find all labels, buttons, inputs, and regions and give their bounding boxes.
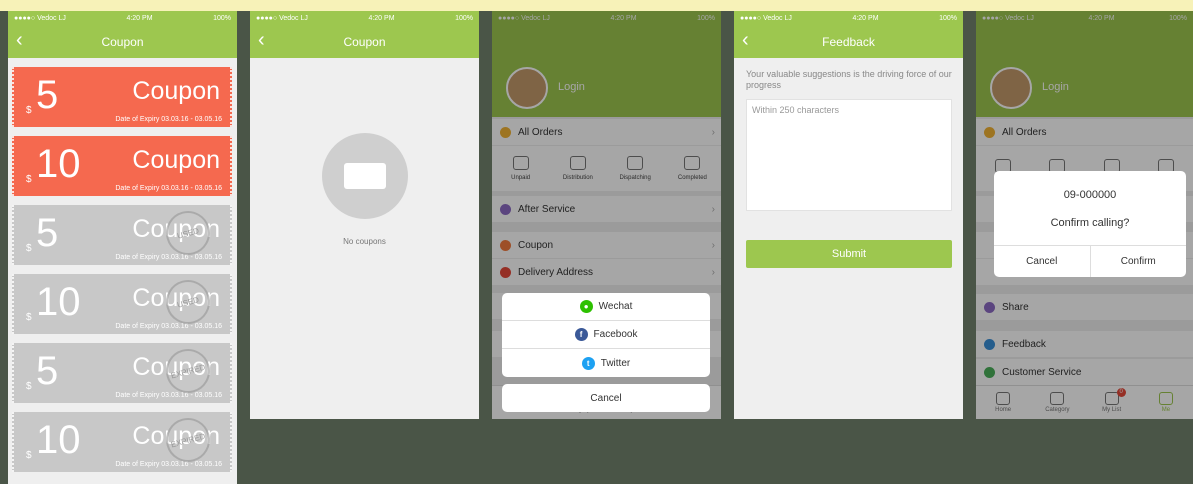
share-facebook[interactable]: f Facebook xyxy=(502,321,710,349)
coupon-card[interactable]: $10 Coupon Date of Expiry 03.03.16 - 03.05… xyxy=(12,136,232,196)
coupon-amount: 10 xyxy=(36,418,81,462)
battery: 100% xyxy=(939,14,957,22)
time: 4:20 PM xyxy=(852,14,879,22)
feedback-hint: Your valuable suggestions is the driving… xyxy=(746,69,952,90)
page-title: Coupon xyxy=(101,34,144,49)
empty-message: No coupons xyxy=(343,237,386,246)
coupon-expiry: Date of Expiry 03.03.16 - 03.05.16 xyxy=(115,392,222,399)
dialog-cancel-button[interactable]: Cancel xyxy=(994,246,1090,277)
coupon-currency: $ xyxy=(26,312,32,323)
status-bar: ●●●●○ Vedoc LJ 4:20 PM 100% xyxy=(250,11,479,25)
share-label: Facebook xyxy=(593,329,638,340)
me-share-screen: ●●●●○ Vedoc LJ 4:20 PM 100% Login All Orde… xyxy=(492,11,721,419)
time: 4:20 PM xyxy=(126,14,153,22)
coupon-card[interactable]: $10 Coupon Date of Expiry 03.03.16 - 03.05… xyxy=(12,274,232,334)
time: 4:20 PM xyxy=(368,14,395,22)
coupon-amount: 5 xyxy=(36,349,59,393)
status-bar: ●●●●○ Vedoc LJ 4:20 PM 100% xyxy=(8,11,237,25)
feedback-textarea[interactable]: Within 250 characters xyxy=(746,99,952,211)
coupon-expiry: Date of Expiry 03.03.16 - 03.05.16 xyxy=(115,116,222,123)
wechat-icon: ● xyxy=(579,300,593,313)
dialog-buttons: Cancel Confirm xyxy=(994,245,1186,277)
page-title: Coupon xyxy=(343,34,386,49)
dialog-confirm-button[interactable]: Confirm xyxy=(1089,246,1187,277)
status-bar: ●●●●○ Vedoc LJ 4:20 PM 100% xyxy=(734,11,963,25)
carrier: ●●●●○ Vedoc LJ xyxy=(14,14,66,22)
coupon-list-screen: ●●●●○ Vedoc LJ 4:20 PM 100% ‹ Coupon $5 Coup… xyxy=(8,11,237,484)
coupon-currency: $ xyxy=(26,174,32,185)
coupon-expiry: Date of Expiry 03.03.16 - 03.05.16 xyxy=(115,323,222,330)
empty-coupon-screen: ●●●●○ Vedoc LJ 4:20 PM 100% ‹ Coupon No cou… xyxy=(250,11,479,419)
ticket-icon xyxy=(344,163,386,189)
coupon-currency: $ xyxy=(26,243,32,254)
coupon-card[interactable]: $5 Coupon Date of Expiry 03.03.16 - 03.05.… xyxy=(12,67,232,127)
page-title: Feedback xyxy=(822,34,875,49)
phone-number: 09-000000 xyxy=(1063,189,1117,201)
carrier: ●●●●○ Vedoc LJ xyxy=(256,14,308,22)
coupon-currency: $ xyxy=(26,105,32,116)
facebook-icon: f xyxy=(574,328,588,341)
share-label: Wechat xyxy=(598,301,633,312)
coupon-expiry: Date of Expiry 03.03.16 - 03.05.16 xyxy=(115,254,222,261)
submit-button[interactable]: Submit xyxy=(746,240,952,268)
coupon-amount: 10 xyxy=(36,280,81,324)
empty-coupon-icon xyxy=(322,133,408,219)
coupon-card[interactable]: $5 Coupon Date of Expiry 03.03.16 - 03.05.… xyxy=(12,205,232,265)
coupon-amount: 10 xyxy=(36,142,81,186)
back-icon[interactable]: ‹ xyxy=(16,30,23,50)
back-icon[interactable]: ‹ xyxy=(742,30,749,50)
coupon-currency: $ xyxy=(26,450,32,461)
coupon-label: Coupon xyxy=(132,146,220,174)
share-wechat[interactable]: ● Wechat xyxy=(502,293,710,321)
coupon-label: Coupon xyxy=(132,77,220,105)
coupon-currency: $ xyxy=(26,381,32,392)
nav-bar: ‹ Feedback xyxy=(734,25,963,58)
twitter-icon: t xyxy=(581,356,595,370)
confirm-dialog: 09-000000 Confirm calling? Cancel Confir… xyxy=(994,171,1186,277)
cancel-button[interactable]: Cancel xyxy=(502,384,710,412)
back-icon[interactable]: ‹ xyxy=(258,30,265,50)
battery: 100% xyxy=(455,14,473,22)
top-background xyxy=(0,0,1193,11)
coupon-card[interactable]: $5 Coupon Date of Expiry 03.03.16 - 03.05.… xyxy=(12,343,232,403)
call-confirm-screen: ●●●●○ Vedoc LJ 4:20 PM 100% Login All Orde… xyxy=(976,11,1193,419)
coupon-card[interactable]: $10 Coupon Date of Expiry 03.03.16 - 03.05… xyxy=(12,412,232,472)
feedback-screen: ●●●●○ Vedoc LJ 4:20 PM 100% ‹ Feedback Your… xyxy=(734,11,963,419)
share-label: Twitter xyxy=(600,357,631,369)
share-twitter[interactable]: t Twitter xyxy=(502,349,710,377)
coupon-expiry: Date of Expiry 03.03.16 - 03.05.16 xyxy=(115,461,222,468)
nav-bar: ‹ Coupon xyxy=(8,25,237,58)
coupon-amount: 5 xyxy=(36,73,59,117)
share-sheet: ● Wechat f Facebook t Twitter xyxy=(502,293,710,377)
carrier: ●●●●○ Vedoc LJ xyxy=(740,14,792,22)
nav-bar: ‹ Coupon xyxy=(250,25,479,58)
coupon-expiry: Date of Expiry 03.03.16 - 03.05.16 xyxy=(115,185,222,192)
dialog-question: Confirm calling? xyxy=(1050,217,1130,229)
coupon-amount: 5 xyxy=(36,211,59,255)
battery: 100% xyxy=(213,14,231,22)
